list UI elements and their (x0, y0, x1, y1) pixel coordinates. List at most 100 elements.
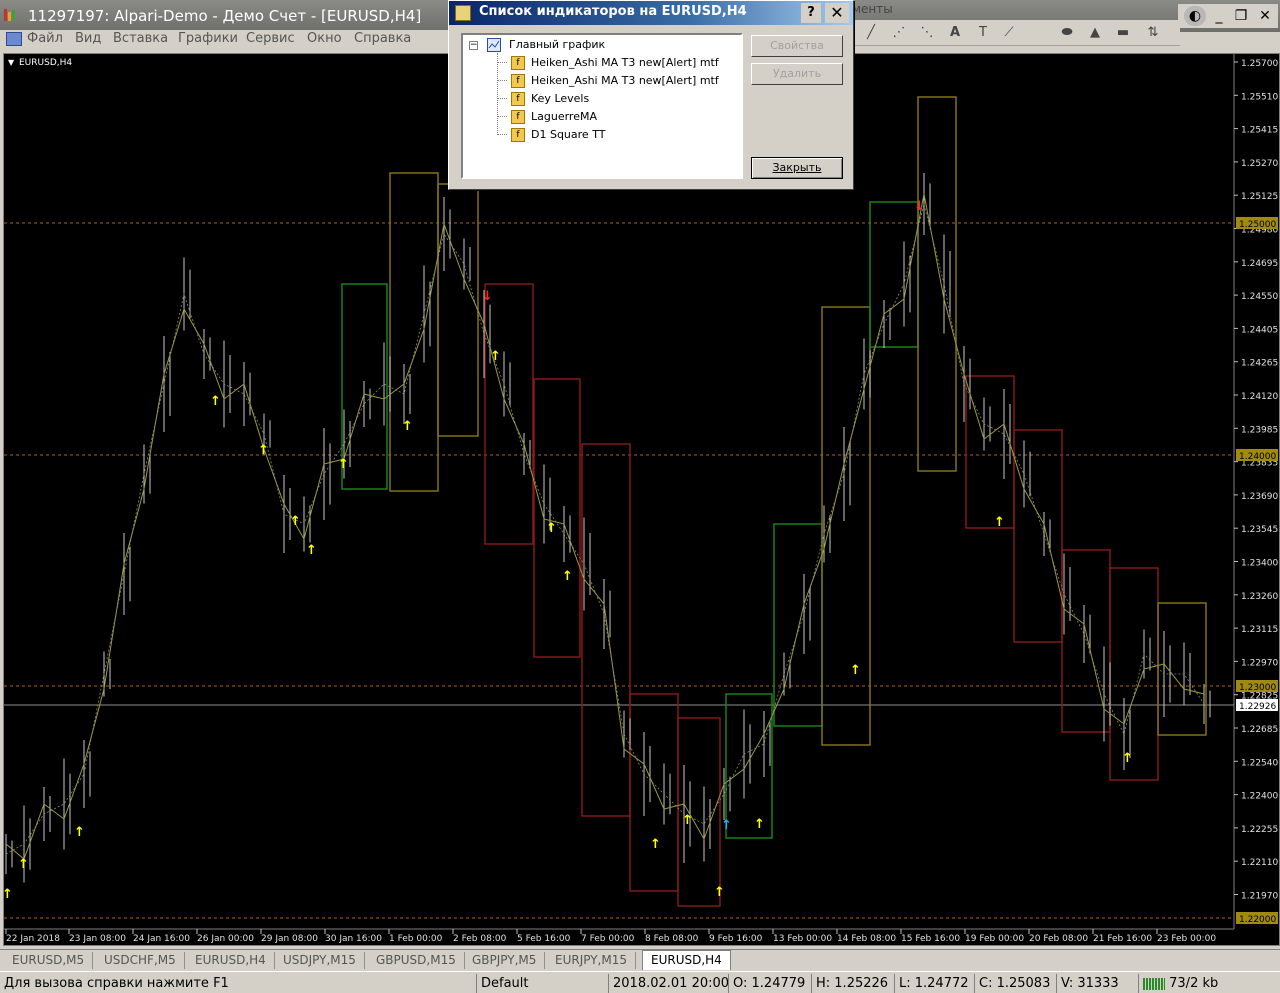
date-label: 14 Feb 08:00 (837, 934, 896, 944)
signal-up-arrow: ↑ (650, 837, 661, 852)
price-label: 1.22110 (1241, 858, 1278, 868)
signal-up-arrow: ↑ (682, 813, 693, 828)
tab-eurusd-h4[interactable]: EURUSD,H4 (187, 952, 275, 969)
trend-angle-icon[interactable]: ⟋ (998, 22, 1020, 44)
indicator-icon: f (511, 110, 525, 124)
current-price-label: 1.22926 (1239, 702, 1276, 712)
price-label: 1.25125 (1241, 192, 1278, 202)
status-high: H: 1.25226 (811, 974, 894, 993)
status-datetime: 2018.02.01 20:00 (608, 974, 729, 993)
signal-up-arrow: ↑ (258, 443, 269, 458)
price-label: 1.23115 (1241, 625, 1278, 635)
status-traffic-label: 73/2 kb (1169, 976, 1219, 991)
price-label: 1.25700 (1241, 59, 1278, 69)
dialog-close-button[interactable]: ✕ (825, 3, 849, 23)
tree-item[interactable]: f Key Levels (497, 91, 737, 107)
tab-eurjpy-m15[interactable]: EURJPY,M15 (547, 952, 636, 969)
menu-file[interactable]: Файл (27, 31, 63, 46)
price-label: 1.23690 (1241, 492, 1278, 502)
tree-item[interactable]: f D1 Square TT (497, 127, 737, 143)
dialog-titlebar[interactable]: Список индикаторов на EURUSD,H4 (449, 1, 853, 25)
price-label: 1.21970 (1241, 892, 1278, 902)
status-close: C: 1.25083 (974, 974, 1056, 993)
tab-usdchf-m5[interactable]: USDCHF,M5 (96, 952, 185, 969)
fibo-fan-icon[interactable]: ⋱ (916, 22, 938, 44)
heiken-ashi-line (5, 203, 1205, 855)
menu-help[interactable]: Справка (354, 31, 411, 46)
date-label: 29 Jan 08:00 (261, 934, 318, 944)
menu-charts[interactable]: Графики (178, 31, 238, 46)
date-label: 8 Feb 08:00 (645, 934, 699, 944)
collapse-icon[interactable]: − (469, 41, 478, 50)
date-label: 2 Feb 08:00 (453, 934, 507, 944)
chart-menu-icon[interactable]: ◐ (1184, 6, 1206, 26)
daily-box (725, 693, 773, 839)
date-label: 23 Jan 08:00 (69, 934, 126, 944)
indicator-icon: f (511, 92, 525, 106)
indicator-tree[interactable]: − Главный график f Heiken_Ashi MA T3 new… (461, 33, 743, 179)
triangle-icon[interactable]: ▲ (1084, 22, 1106, 44)
tab-gbpjpy-m5[interactable]: GBPJPY,M5 (464, 952, 546, 969)
trendline-icon[interactable]: ╱ (860, 22, 882, 44)
daily-box (484, 283, 534, 545)
signal-up-arrow: ↑ (4, 887, 13, 902)
chart-collapse-icon: ▼ (8, 58, 15, 67)
menu-window[interactable]: Окно (307, 31, 342, 46)
tab-eurusd-h4-active[interactable]: EURUSD,H4 (642, 950, 731, 970)
date-label: 24 Jan 16:00 (133, 934, 190, 944)
app-icon (4, 9, 15, 21)
price-label: 1.22540 (1241, 758, 1278, 768)
daily-box (581, 443, 631, 817)
menu-insert[interactable]: Вставка (113, 31, 168, 46)
signal-up-arrow: ↑ (338, 457, 349, 472)
tab-usdjpy-m15[interactable]: USDJPY,M15 (275, 952, 365, 969)
date-label: 22 Jan 2018 (6, 934, 60, 944)
delete-button[interactable]: Удалить (751, 63, 843, 85)
close-button-label: Закрыть (772, 161, 822, 174)
indicator-label: Heiken_Ashi MA T3 new[Alert] mtf (531, 56, 719, 69)
signal-up-arrow: ↑ (402, 419, 413, 434)
indicators-dialog-icon (455, 5, 471, 21)
daily-box (1013, 429, 1063, 643)
signal-up-arrow: ↑ (546, 521, 557, 536)
date-label: 30 Jan 16:00 (325, 934, 382, 944)
arrows-icon[interactable]: ⇅ (1142, 22, 1164, 44)
indicator-label: LaguerreMA (531, 110, 597, 123)
tree-item[interactable]: f Heiken_Ashi MA T3 new[Alert] mtf (497, 55, 737, 71)
signal-blue-arrow: ↑ (721, 818, 732, 833)
properties-button[interactable]: Свойства (751, 35, 843, 57)
label-icon[interactable]: T (972, 22, 994, 44)
menu-view[interactable]: Вид (75, 31, 101, 46)
price-label: 1.23400 (1241, 559, 1278, 569)
date-label: 9 Feb 16:00 (709, 934, 763, 944)
chart-window-icon[interactable] (6, 32, 22, 46)
signal-up-arrow: ↑ (490, 349, 501, 364)
close-button[interactable]: Закрыть (751, 157, 843, 179)
price-label: 1.24550 (1241, 292, 1278, 302)
level-badge-label: 1.23000 (1239, 683, 1276, 693)
tree-item[interactable]: f Heiken_Ashi MA T3 new[Alert] mtf (497, 73, 737, 89)
signal-down-arrow: ↓ (914, 199, 925, 214)
dialog-title: Список индикаторов на EURUSD,H4 (479, 4, 747, 19)
tab-eurusd-m5[interactable]: EURUSD,M5 (4, 952, 94, 969)
dialog-help-button[interactable]: ? (801, 3, 821, 23)
date-label: 15 Feb 16:00 (901, 934, 960, 944)
close-window-button[interactable]: ✕ (1254, 6, 1276, 26)
window-controls: ◐ _ ❐ ✕ (1178, 4, 1278, 28)
tree-root-label[interactable]: Главный график (509, 38, 605, 52)
price-label: 1.22255 (1241, 825, 1278, 835)
minimize-button[interactable]: _ (1208, 6, 1230, 26)
tab-gbpusd-m15[interactable]: GBPUSD,M15 (368, 952, 465, 969)
ellipse-icon[interactable]: ⬬ (1056, 22, 1078, 44)
text-icon[interactable]: A (944, 22, 966, 44)
fibo-icon[interactable]: ⋰ (888, 22, 910, 44)
daily-box (869, 201, 919, 348)
status-profile[interactable]: Default (476, 974, 608, 993)
signal-up-arrow: ↑ (754, 817, 765, 832)
restore-button[interactable]: ❐ (1230, 6, 1252, 26)
date-label: 26 Jan 00:00 (197, 934, 254, 944)
rectangle-icon[interactable]: ▬ (1112, 22, 1134, 44)
menu-tools[interactable]: Сервис (246, 31, 295, 46)
price-label: 1.25270 (1241, 159, 1278, 169)
tree-item[interactable]: f LaguerreMA (497, 109, 737, 125)
